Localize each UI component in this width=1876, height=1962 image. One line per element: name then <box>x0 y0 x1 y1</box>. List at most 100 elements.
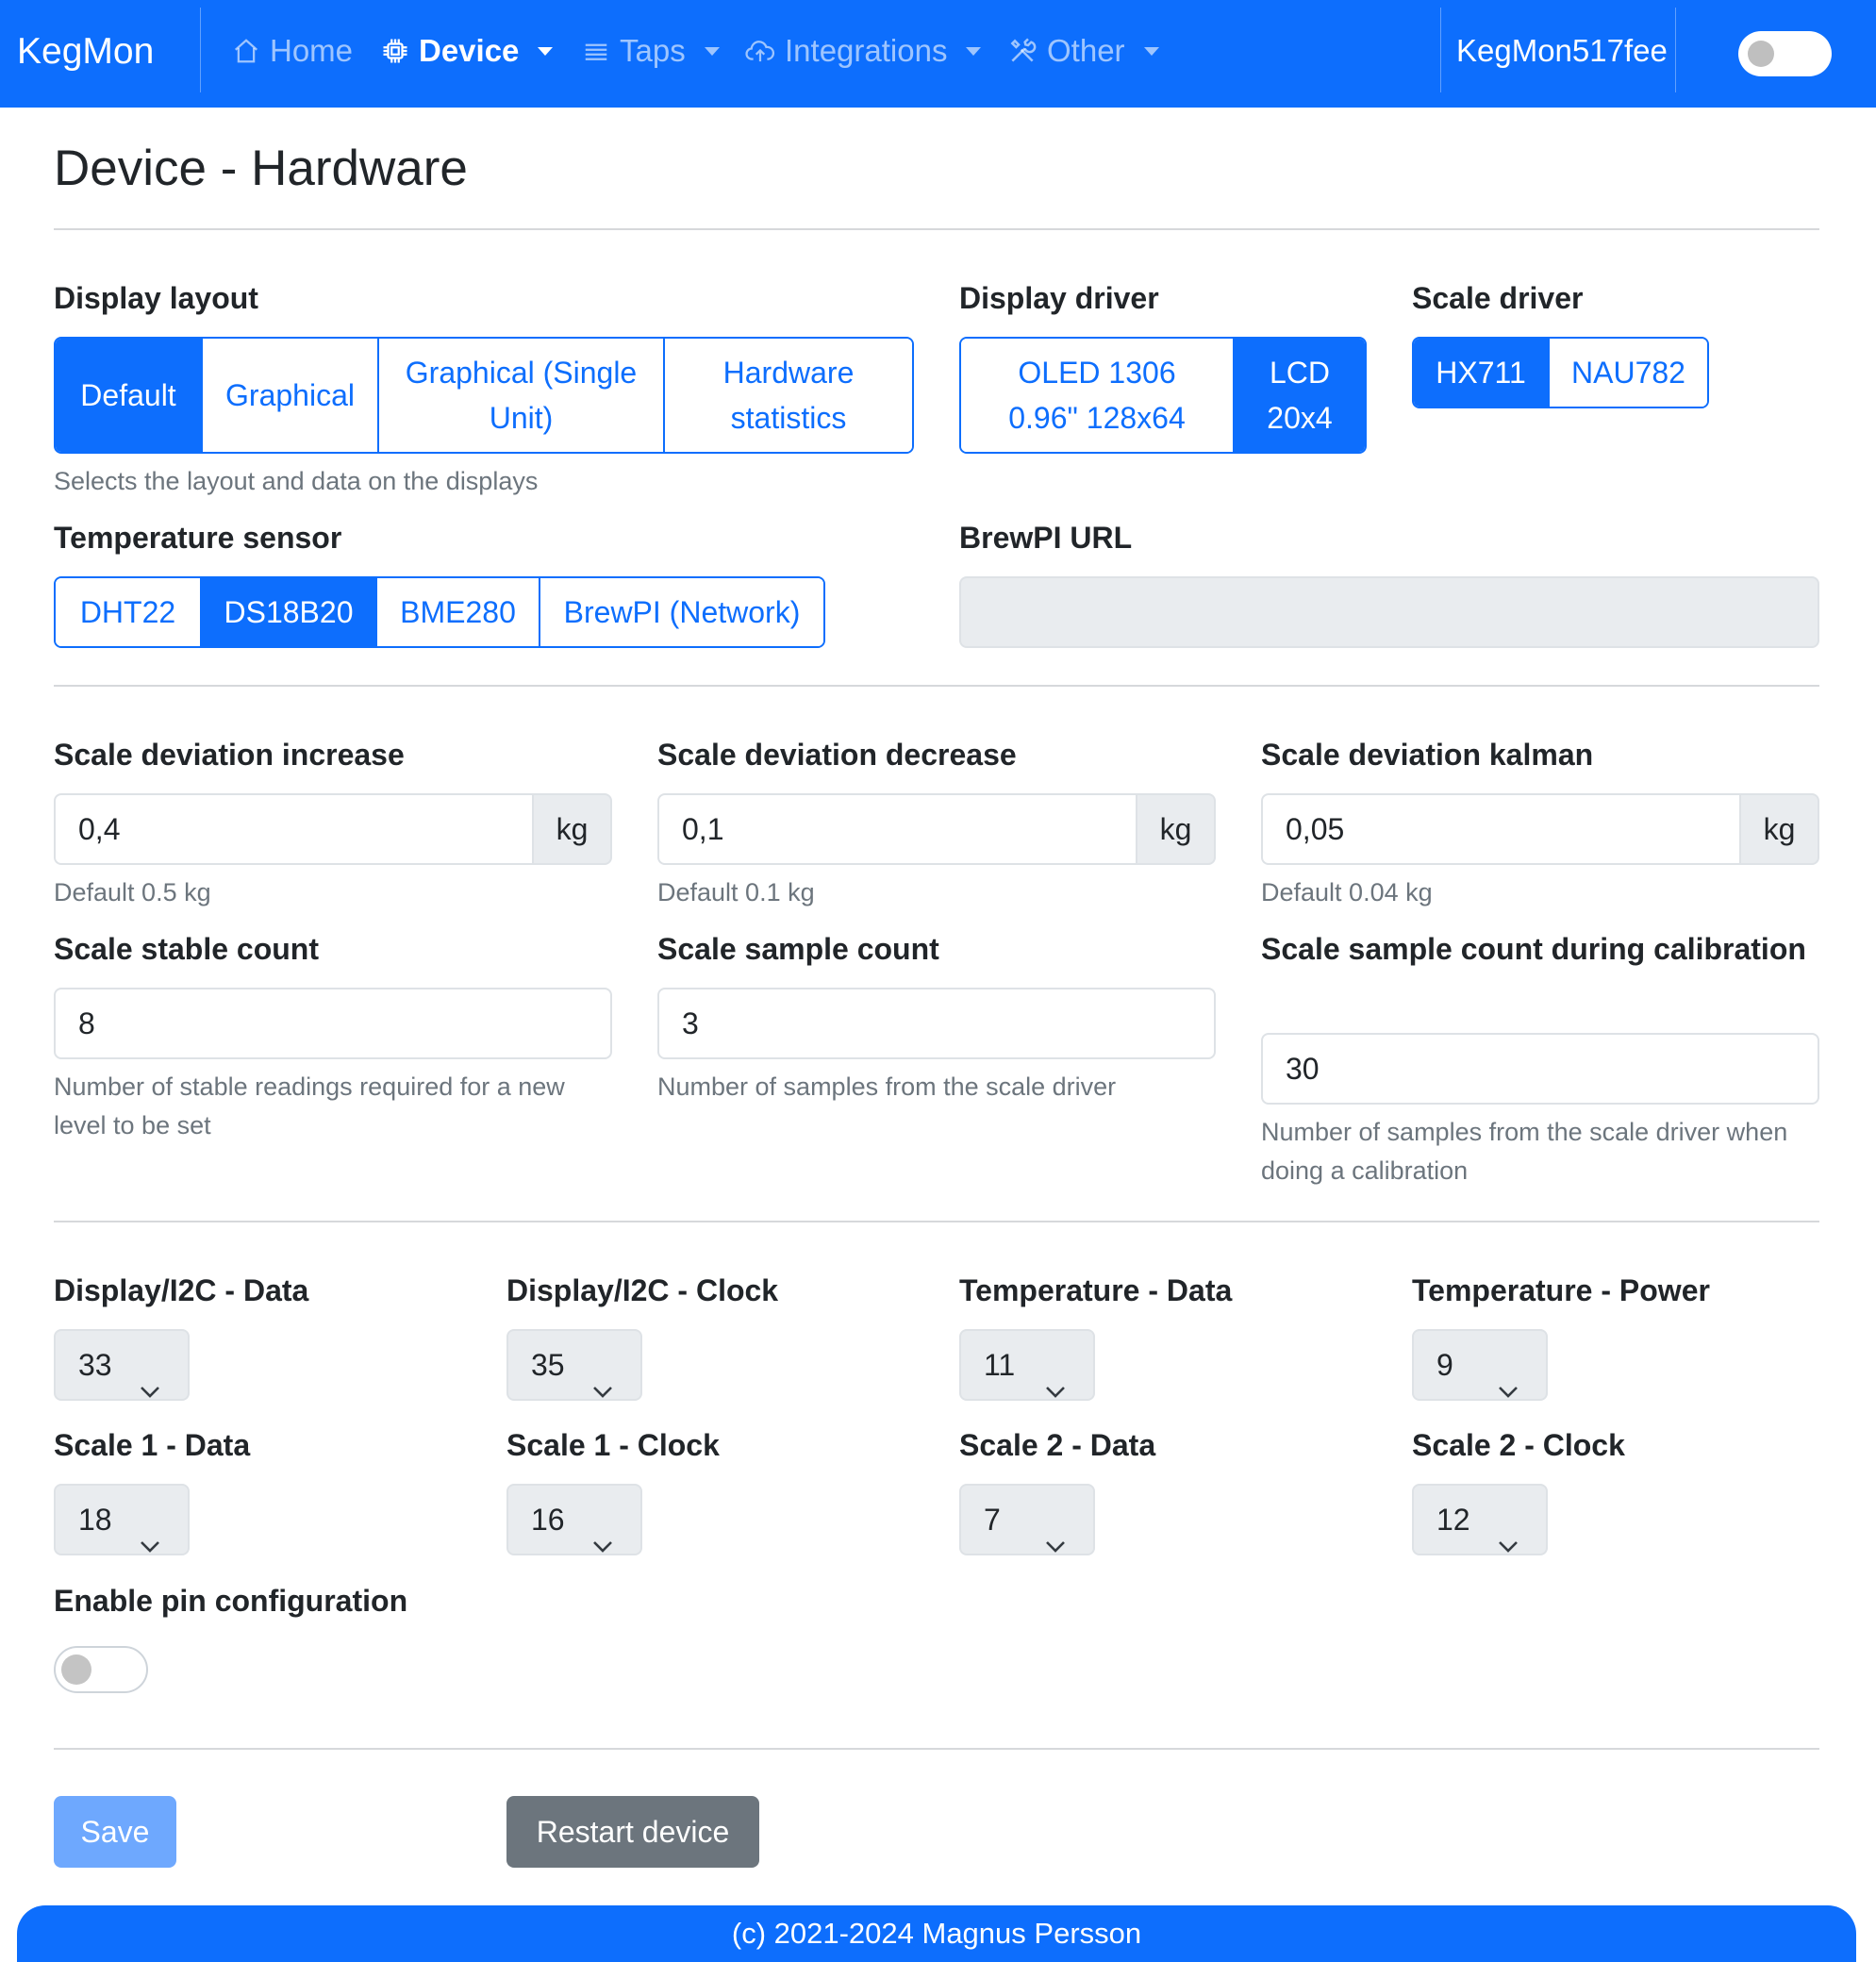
pin-temperature-data-select[interactable]: 11 <box>959 1329 1095 1401</box>
temp-sensor-brewpi[interactable]: BrewPI (Network) <box>539 578 823 646</box>
select-value: 16 <box>531 1503 565 1537</box>
pin-scale2-clock-label: Scale 2 - Clock <box>1412 1428 1625 1462</box>
scale-sample-count-input[interactable]: 3 <box>657 988 1216 1059</box>
chevron-down-icon <box>1044 1510 1067 1578</box>
cloud-upload-icon <box>745 37 775 65</box>
caret-down-icon <box>538 46 554 56</box>
temperature-sensor-group: DHT22 DS18B20 BME280 BrewPI (Network) <box>54 576 825 648</box>
nav-divider <box>200 8 201 92</box>
chevron-down-icon <box>591 1355 614 1423</box>
home-icon <box>232 37 260 65</box>
enable-pin-config-label: Enable pin configuration <box>54 1584 408 1618</box>
divider <box>54 1221 1819 1222</box>
display-driver-lcd[interactable]: LCD 20x4 <box>1233 339 1365 452</box>
select-value: 12 <box>1436 1503 1470 1537</box>
temperature-sensor-label: Temperature sensor <box>54 521 342 555</box>
brewpi-url-label: BrewPI URL <box>959 521 1133 555</box>
unit-addon: kg <box>1739 793 1819 865</box>
select-value: 35 <box>531 1348 565 1382</box>
pin-scale1-data-label: Scale 1 - Data <box>54 1428 251 1462</box>
pin-display-i2c-clock-select[interactable]: 35 <box>506 1329 642 1401</box>
theme-toggle[interactable] <box>1738 31 1832 76</box>
temp-sensor-bme280[interactable]: BME280 <box>375 578 539 646</box>
display-driver-group: OLED 1306 0.96" 128x64 LCD 20x4 <box>959 337 1367 454</box>
scale-driver-hx711[interactable]: HX711 <box>1414 339 1548 407</box>
nav-integrations-label: Integrations <box>785 33 948 68</box>
nav-integrations[interactable]: Integrations <box>745 0 982 102</box>
nav-other[interactable]: Other <box>1007 0 1159 102</box>
page-title: Device - Hardware <box>54 141 468 196</box>
divider <box>54 685 1819 687</box>
save-button[interactable]: Save <box>54 1796 176 1868</box>
display-layout-graphical-single[interactable]: Graphical (Single Unit) <box>377 339 663 452</box>
display-driver-label: Display driver <box>959 281 1159 315</box>
select-value: 33 <box>78 1348 112 1382</box>
display-layout-help: Selects the layout and data on the displ… <box>54 467 539 495</box>
brewpi-url-input[interactable] <box>959 576 1819 648</box>
navbar: KegMon Home Device Taps Integrations Oth… <box>0 0 1876 108</box>
toggle-knob <box>1748 41 1774 67</box>
display-driver-oled[interactable]: OLED 1306 0.96" 128x64 <box>961 339 1233 452</box>
select-value: 18 <box>78 1503 112 1537</box>
scale-deviation-increase-input[interactable]: 0,4 <box>54 793 532 865</box>
nav-divider <box>1440 8 1441 92</box>
scale-stable-count-input[interactable]: 8 <box>54 988 612 1059</box>
display-layout-group: Default Graphical Graphical (Single Unit… <box>54 337 914 454</box>
scale-driver-group: HX711 NAU782 <box>1412 337 1709 408</box>
caret-down-icon <box>704 46 720 56</box>
caret-down-icon <box>966 46 982 56</box>
display-layout-default[interactable]: Default <box>56 339 201 452</box>
temp-sensor-ds18b20[interactable]: DS18B20 <box>200 578 375 646</box>
unit-addon: kg <box>532 793 612 865</box>
scale-sample-count-help: Number of samples from the scale driver <box>657 1072 1117 1101</box>
switch-knob <box>61 1654 91 1685</box>
scale-deviation-decrease-input[interactable]: 0,1 <box>657 793 1136 865</box>
temp-sensor-dht22[interactable]: DHT22 <box>56 578 200 646</box>
pin-scale1-clock-select[interactable]: 16 <box>506 1484 642 1555</box>
pin-scale2-clock-select[interactable]: 12 <box>1412 1484 1548 1555</box>
pin-display-i2c-data-label: Display/I2C - Data <box>54 1273 309 1307</box>
chip-icon <box>381 37 409 65</box>
divider <box>54 228 1819 230</box>
unit-addon: kg <box>1136 793 1216 865</box>
pin-scale2-data-select[interactable]: 7 <box>959 1484 1095 1555</box>
pin-temperature-power-label: Temperature - Power <box>1412 1273 1710 1307</box>
chevron-down-icon <box>591 1510 614 1578</box>
select-value: 9 <box>1436 1348 1453 1382</box>
footer: (c) 2021-2024 Magnus Persson <box>17 1905 1856 1962</box>
scale-driver-nau782[interactable]: NAU782 <box>1548 339 1707 407</box>
caret-down-icon <box>1143 46 1159 56</box>
scale-sample-count-calibration-input[interactable]: 30 <box>1261 1033 1819 1105</box>
scale-sample-count-calibration-help: Number of samples from the scale driver … <box>1261 1118 1788 1185</box>
nav-taps-label: Taps <box>620 33 686 68</box>
pin-scale2-data-label: Scale 2 - Data <box>959 1428 1156 1462</box>
scale-deviation-kalman-input[interactable]: 0,05 <box>1261 793 1739 865</box>
chevron-down-icon <box>1497 1355 1519 1423</box>
nav-device[interactable]: Device <box>381 0 554 102</box>
select-value: 11 <box>984 1348 1016 1382</box>
chevron-down-icon <box>139 1510 161 1578</box>
select-value: 7 <box>984 1503 1001 1537</box>
display-layout-hardware-stats[interactable]: Hardware statistics <box>663 339 912 452</box>
restart-device-button[interactable]: Restart device <box>506 1796 759 1868</box>
scale-deviation-decrease-label: Scale deviation decrease <box>657 738 1017 772</box>
nav-taps[interactable]: Taps <box>582 0 720 102</box>
scale-driver-label: Scale driver <box>1412 281 1584 315</box>
scale-deviation-kalman-label: Scale deviation kalman <box>1261 738 1594 772</box>
tools-icon <box>1007 36 1038 66</box>
pin-temperature-data-label: Temperature - Data <box>959 1273 1233 1307</box>
scale-deviation-decrease-help: Default 0.1 kg <box>657 878 815 906</box>
scale-deviation-increase-help: Default 0.5 kg <box>54 878 211 906</box>
display-layout-graphical[interactable]: Graphical <box>201 339 377 452</box>
scale-stable-count-help: Number of stable readings required for a… <box>54 1072 565 1139</box>
brand-logo[interactable]: KegMon <box>17 0 154 104</box>
chevron-down-icon <box>139 1355 161 1423</box>
enable-pin-config-switch[interactable] <box>54 1646 148 1693</box>
scale-deviation-increase-label: Scale deviation increase <box>54 738 405 772</box>
pin-scale1-data-select[interactable]: 18 <box>54 1484 190 1555</box>
divider <box>54 1748 1819 1750</box>
nav-home[interactable]: Home <box>232 0 353 102</box>
chevron-down-icon <box>1497 1510 1519 1578</box>
pin-display-i2c-data-select[interactable]: 33 <box>54 1329 190 1401</box>
pin-temperature-power-select[interactable]: 9 <box>1412 1329 1548 1401</box>
